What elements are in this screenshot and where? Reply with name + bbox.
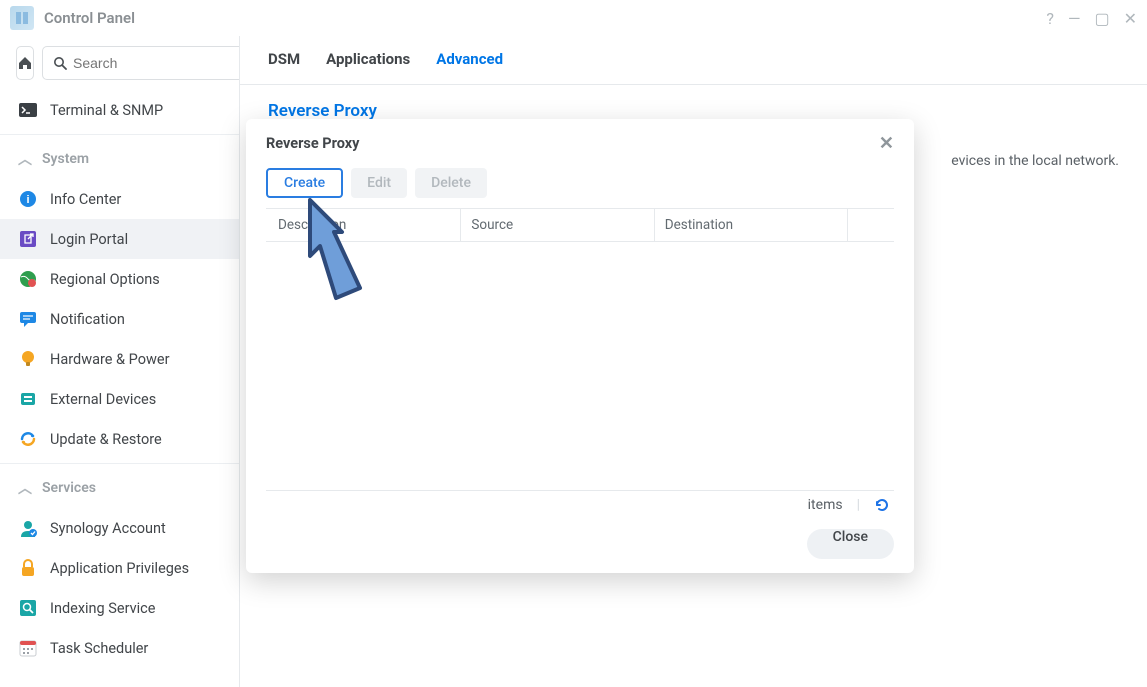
col-extra — [848, 209, 894, 241]
refresh-icon[interactable] — [874, 497, 890, 513]
tabs: DSM Applications Advanced — [240, 36, 1147, 85]
sidebar-item-task-scheduler[interactable]: Task Scheduler — [0, 628, 239, 668]
sidebar-item-label: Login Portal — [50, 231, 128, 248]
col-description[interactable]: Description — [266, 209, 461, 241]
sidebar-item-application-privileges[interactable]: Application Privileges — [0, 548, 239, 588]
search-input-wrap[interactable] — [42, 46, 240, 80]
search-icon — [53, 56, 67, 70]
sidebar-item-label: Synology Account — [50, 520, 166, 537]
close-window-icon[interactable]: ✕ — [1124, 9, 1137, 28]
sidebar-item-label: External Devices — [50, 391, 156, 408]
close-button[interactable]: Close — [807, 529, 894, 559]
tab-applications[interactable]: Applications — [326, 50, 410, 85]
sidebar-item-label: Application Privileges — [50, 560, 189, 577]
info-icon: i — [18, 189, 38, 209]
login-portal-icon — [18, 229, 38, 249]
sidebar-item-external-devices[interactable]: External Devices — [0, 379, 239, 419]
sidebar-item-label: Terminal & SNMP — [50, 102, 163, 119]
table-body — [246, 242, 914, 490]
chevron-up-icon: ︿ — [18, 149, 32, 169]
sidebar-item-regional-options[interactable]: Regional Options — [0, 259, 239, 299]
section-header-system[interactable]: ︿ System — [0, 139, 239, 179]
edit-button[interactable]: Edit — [351, 168, 407, 198]
calendar-icon — [18, 638, 38, 658]
sidebar-item-synology-account[interactable]: Synology Account — [0, 508, 239, 548]
sidebar-item-hardware-power[interactable]: Hardware & Power — [0, 339, 239, 379]
sidebar-item-label: Regional Options — [50, 271, 160, 288]
indexing-icon — [18, 598, 38, 618]
sidebar: Terminal & SNMP ︿ System i Info Center L… — [0, 36, 240, 687]
col-destination[interactable]: Destination — [655, 209, 848, 241]
sidebar-item-label: Indexing Service — [50, 600, 155, 617]
close-icon[interactable]: ✕ — [879, 133, 894, 154]
table-header: Description Source Destination — [266, 208, 894, 242]
sidebar-item-label: Task Scheduler — [50, 640, 148, 657]
app-icon — [10, 6, 34, 30]
statusbar: items | — [266, 490, 894, 519]
delete-button[interactable]: Delete — [415, 168, 487, 198]
lock-icon — [18, 558, 38, 578]
tab-advanced[interactable]: Advanced — [436, 50, 503, 85]
items-label: items — [808, 497, 843, 513]
person-icon — [18, 518, 38, 538]
help-icon[interactable]: ? — [1046, 9, 1054, 28]
sidebar-item-info-center[interactable]: i Info Center — [0, 179, 239, 219]
globe-icon — [18, 269, 38, 289]
sidebar-item-update-restore[interactable]: Update & Restore — [0, 419, 239, 459]
titlebar: Control Panel ? — ▢ ✕ — [0, 0, 1147, 36]
sidebar-item-label: Update & Restore — [50, 431, 162, 448]
section-title: Reverse Proxy — [268, 101, 1119, 121]
maximize-icon[interactable]: ▢ — [1094, 9, 1109, 28]
sidebar-item-label: Info Center — [50, 191, 121, 208]
home-icon — [17, 55, 33, 71]
svg-text:i: i — [26, 194, 29, 206]
col-source[interactable]: Source — [461, 209, 654, 241]
sidebar-item-login-portal[interactable]: Login Portal — [0, 219, 239, 259]
home-button[interactable] — [16, 46, 34, 80]
tab-dsm[interactable]: DSM — [268, 50, 300, 85]
cycle-icon — [18, 429, 38, 449]
modal-title: Reverse Proxy — [266, 135, 359, 152]
sidebar-item-indexing-service[interactable]: Indexing Service — [0, 588, 239, 628]
reverse-proxy-modal: Reverse Proxy ✕ Create Edit Delete Descr… — [246, 119, 914, 573]
terminal-icon — [18, 100, 38, 120]
window-title: Control Panel — [44, 9, 1046, 27]
chat-icon — [18, 309, 38, 329]
bulb-icon — [18, 349, 38, 369]
chevron-up-icon: ︿ — [18, 478, 32, 498]
create-button[interactable]: Create — [266, 168, 343, 198]
minimize-icon[interactable]: — — [1068, 9, 1081, 28]
search-input[interactable] — [73, 55, 240, 71]
sidebar-item-terminal-snmp[interactable]: Terminal & SNMP — [0, 90, 239, 130]
sidebar-item-label: Hardware & Power — [50, 351, 169, 368]
device-icon — [18, 389, 38, 409]
sidebar-item-label: Notification — [50, 311, 125, 328]
sidebar-item-notification[interactable]: Notification — [0, 299, 239, 339]
section-header-services[interactable]: ︿ Services — [0, 468, 239, 508]
